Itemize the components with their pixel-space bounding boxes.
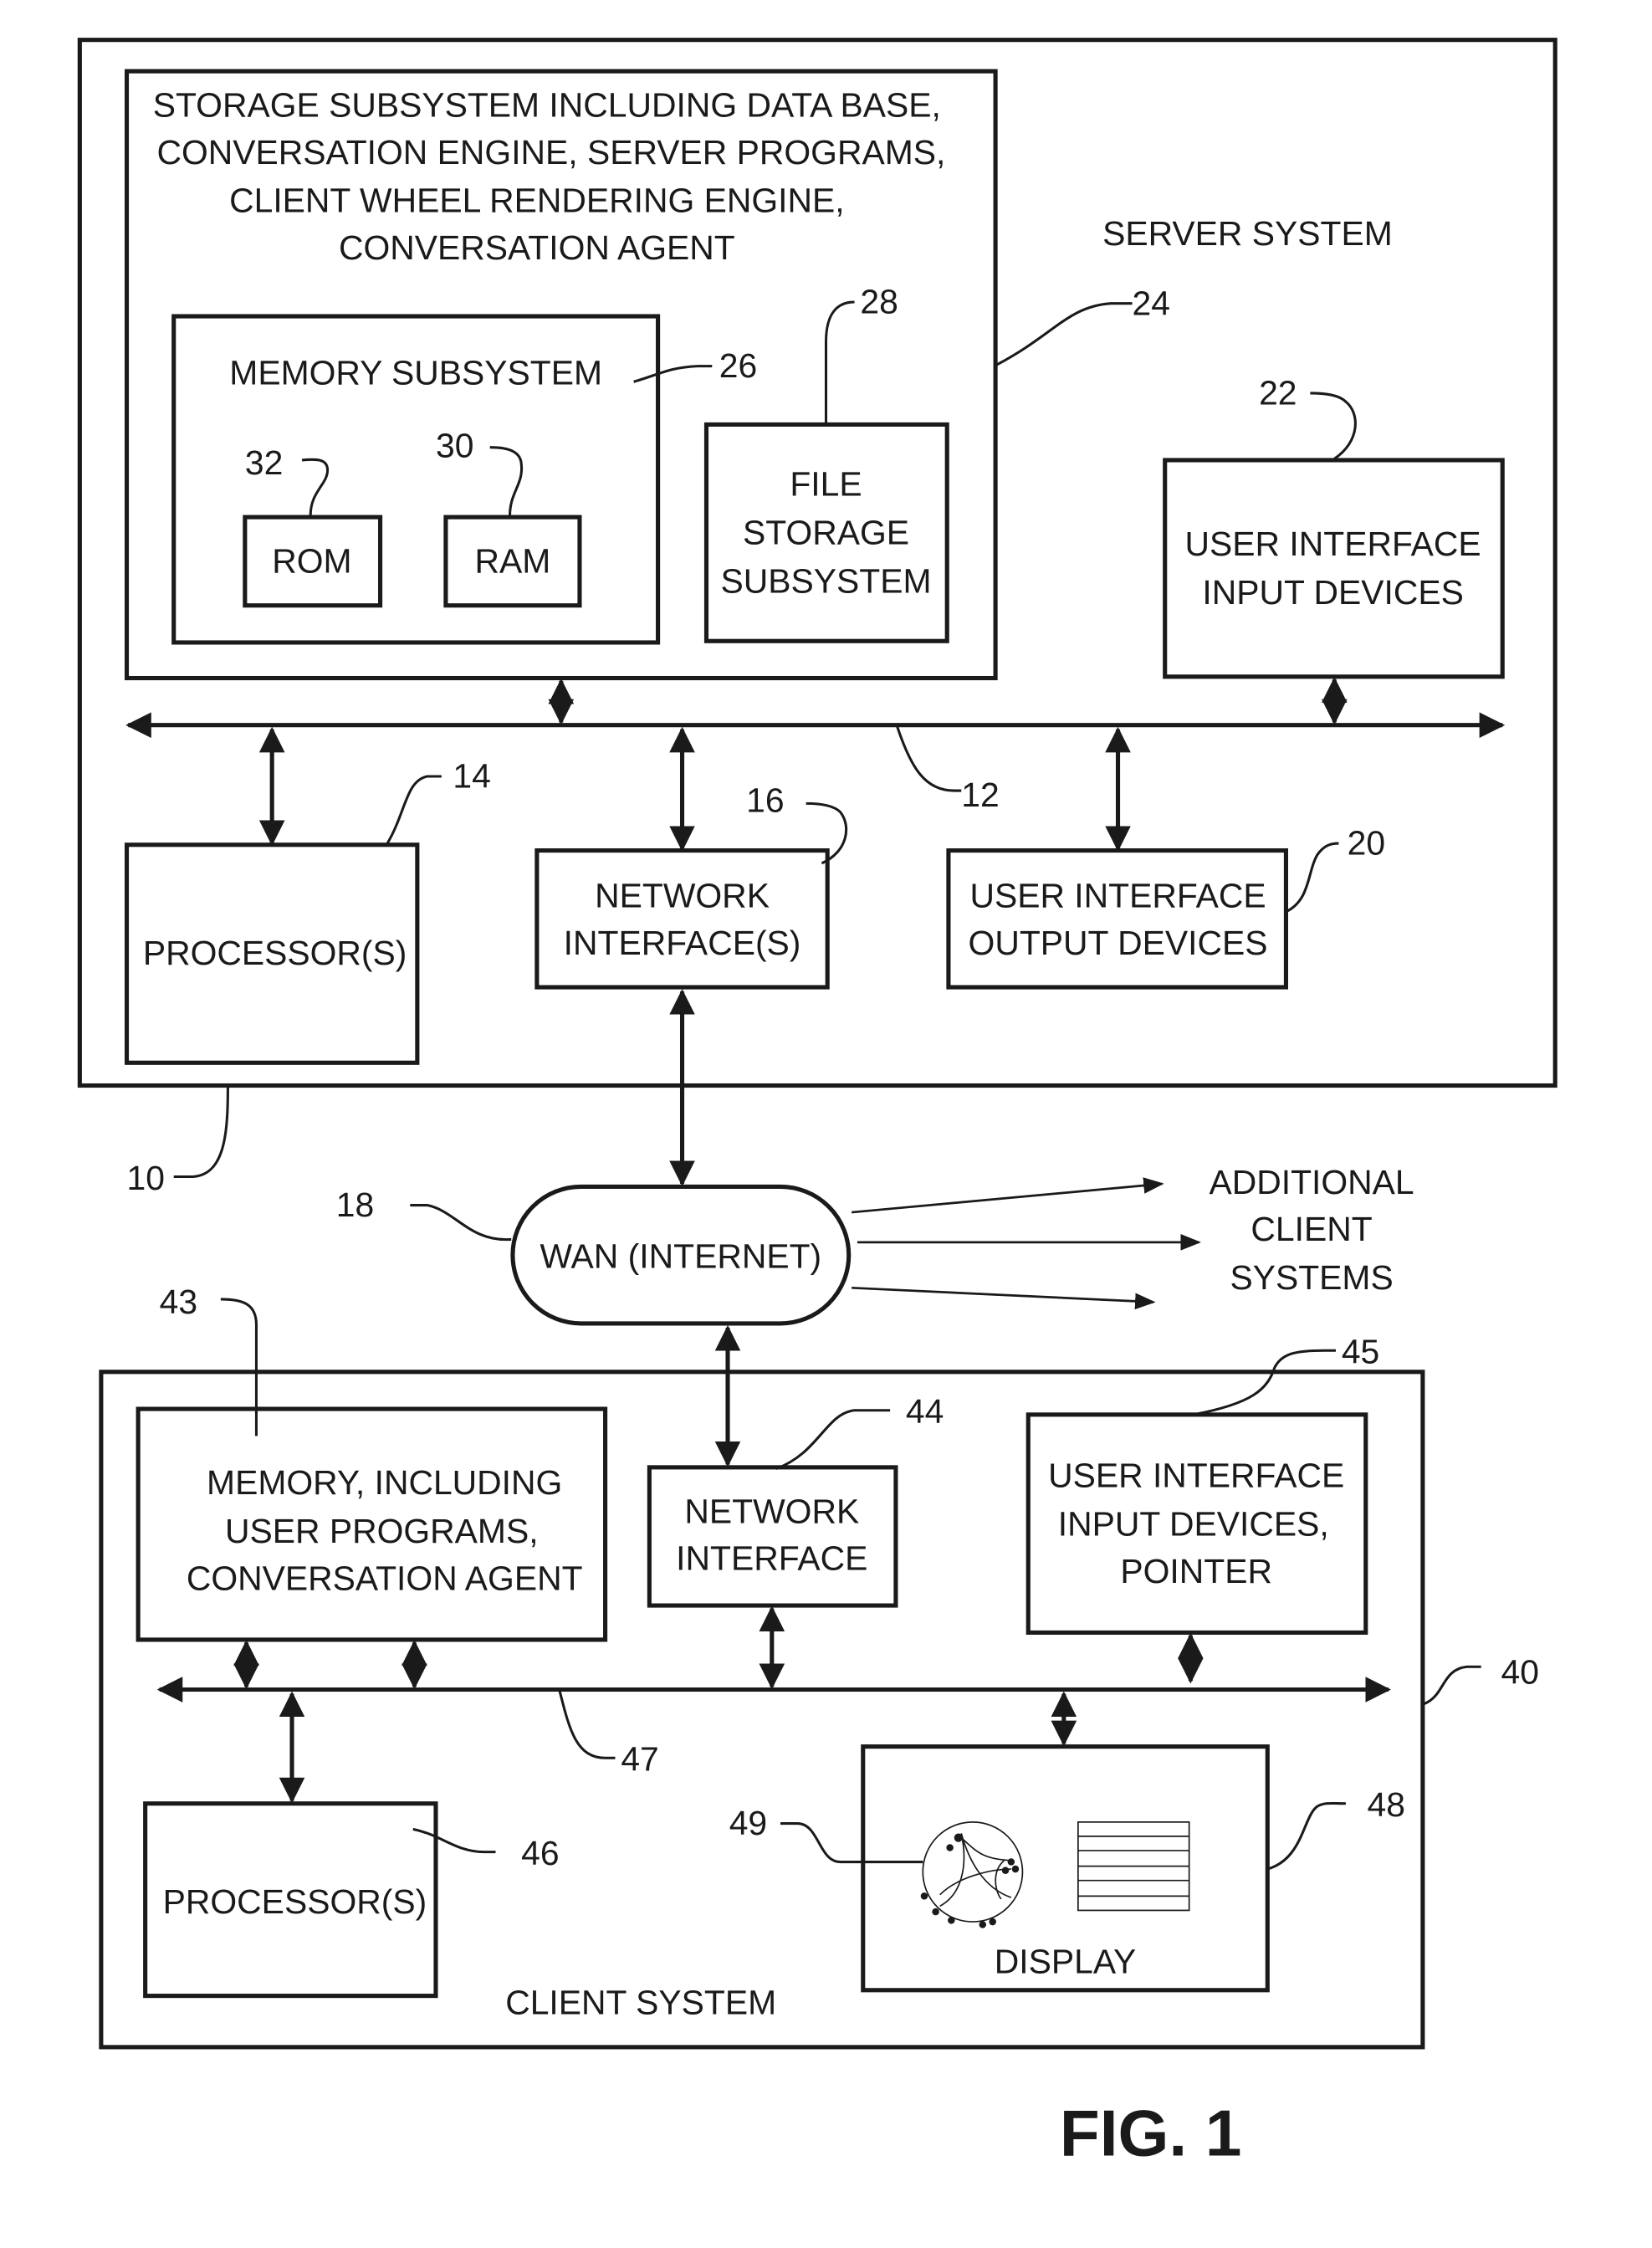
ref-26: 26: [719, 346, 757, 385]
file-storage-line-1: FILE: [790, 465, 862, 504]
client-network-line-1: NETWORK: [684, 1492, 859, 1530]
ref-leader-24: [996, 302, 1133, 366]
ref-48: 48: [1367, 1785, 1404, 1824]
server-system-title: SERVER SYSTEM: [1102, 214, 1393, 253]
arrow-additional-client-3: [852, 1286, 1156, 1310]
client-network-line-2: INTERFACE: [676, 1539, 867, 1577]
storage-label-line-3: CLIENT WHEEL RENDERING ENGINE,: [229, 182, 845, 220]
ram-label: RAM: [475, 542, 551, 581]
ref-45: 45: [1342, 1333, 1379, 1371]
ref-10: 10: [127, 1159, 165, 1197]
ref-leader-47: [558, 1690, 616, 1759]
additional-clients-line-2: CLIENT: [1251, 1210, 1372, 1248]
ref-20: 20: [1348, 824, 1385, 863]
block-diagram: SERVER SYSTEM STORAGE SUBSYSTEM INCLUDIN…: [77, 38, 1557, 2169]
server-ui-output-line-1: USER INTERFACE: [969, 877, 1266, 915]
ref-leader-26: [633, 365, 713, 383]
additional-clients-line-1: ADDITIONAL: [1209, 1163, 1414, 1201]
ref-leader-10: [173, 1087, 229, 1179]
conversation-wheel-icon: [920, 1821, 1024, 1928]
file-storage-line-2: STORAGE: [743, 513, 909, 551]
server-network-line-2: INTERFACE(S): [564, 924, 801, 962]
ref-43: 43: [160, 1283, 197, 1321]
ref-leader-40: [1423, 1665, 1481, 1705]
ref-47: 47: [621, 1740, 658, 1779]
client-processor-label: PROCESSOR(S): [163, 1882, 427, 1921]
client-memory-line-1: MEMORY, INCLUDING: [207, 1463, 562, 1502]
storage-label-line-2: CONVERSATION ENGINE, SERVER PROGRAMS,: [156, 133, 945, 172]
client-system-title: CLIENT SYSTEM: [505, 1984, 776, 2022]
ref-40: 40: [1501, 1653, 1539, 1692]
server-ui-input-line-2: INPUT DEVICES: [1202, 573, 1464, 612]
figure-label: FIG. 1: [1060, 2096, 1242, 2169]
ref-32: 32: [245, 443, 283, 482]
rom-label: ROM: [272, 542, 351, 581]
client-memory-line-2: USER PROGRAMS,: [225, 1512, 539, 1550]
ref-leader-28: [824, 300, 855, 423]
ref-leader-12: [896, 725, 962, 792]
ref-28: 28: [860, 283, 898, 321]
server-ui-output-line-2: OUTPUT DEVICES: [969, 924, 1268, 962]
client-ui-input-line-1: USER INTERFACE: [1048, 1457, 1344, 1495]
ref-16: 16: [746, 781, 784, 820]
ref-leader-43: [220, 1298, 258, 1436]
ref-12: 12: [961, 776, 999, 814]
ref-46: 46: [521, 1834, 559, 1872]
storage-label-line-4: CONVERSATION AGENT: [339, 228, 735, 267]
client-ui-input-line-3: POINTER: [1120, 1552, 1272, 1590]
server-ui-input-line-1: USER INTERFACE: [1185, 525, 1481, 563]
ref-24: 24: [1133, 284, 1170, 322]
memory-subsystem-label: MEMORY SUBSYSTEM: [229, 354, 602, 392]
ref-leader-49: [780, 1822, 923, 1864]
arrow-additional-client-1: [852, 1177, 1164, 1214]
ref-44: 44: [906, 1392, 944, 1431]
display-label: DISPLAY: [995, 1942, 1137, 1980]
client-ui-input-line-2: INPUT DEVICES,: [1058, 1505, 1329, 1544]
ref-22: 22: [1259, 374, 1297, 412]
file-storage-line-3: SUBSYSTEM: [720, 561, 931, 600]
ref-leader-22: [1310, 392, 1357, 460]
wan-label: WAN (INTERNET): [540, 1237, 822, 1275]
server-processor-label: PROCESSOR(S): [143, 934, 407, 972]
ref-leader-48: [1266, 1801, 1346, 1871]
ref-leader-44: [775, 1409, 891, 1471]
storage-label-line-1: STORAGE SUBSYSTEM INCLUDING DATA BASE,: [153, 86, 941, 125]
ref-leader-46: [412, 1827, 496, 1854]
ref-leader-45: [1193, 1349, 1337, 1416]
ref-14: 14: [453, 757, 490, 796]
ref-leader-18: [410, 1204, 512, 1241]
ref-leader-14: [386, 775, 442, 844]
ref-49: 49: [729, 1804, 767, 1842]
additional-clients-line-3: SYSTEMS: [1230, 1258, 1393, 1297]
ref-leader-32: [301, 458, 330, 516]
ref-18: 18: [336, 1185, 374, 1224]
ref-leader-20: [1285, 842, 1339, 914]
server-ui-output-box: [946, 848, 1288, 990]
server-network-interface-box: [534, 848, 830, 990]
server-ui-input-box: [1163, 458, 1505, 679]
client-memory-line-3: CONVERSATION AGENT: [187, 1559, 583, 1597]
ref-30: 30: [436, 427, 473, 465]
client-network-interface-box: [647, 1465, 898, 1608]
ref-leader-30: [489, 446, 524, 516]
list-panel-icon: [1077, 1821, 1190, 1912]
server-network-line-1: NETWORK: [595, 877, 770, 915]
